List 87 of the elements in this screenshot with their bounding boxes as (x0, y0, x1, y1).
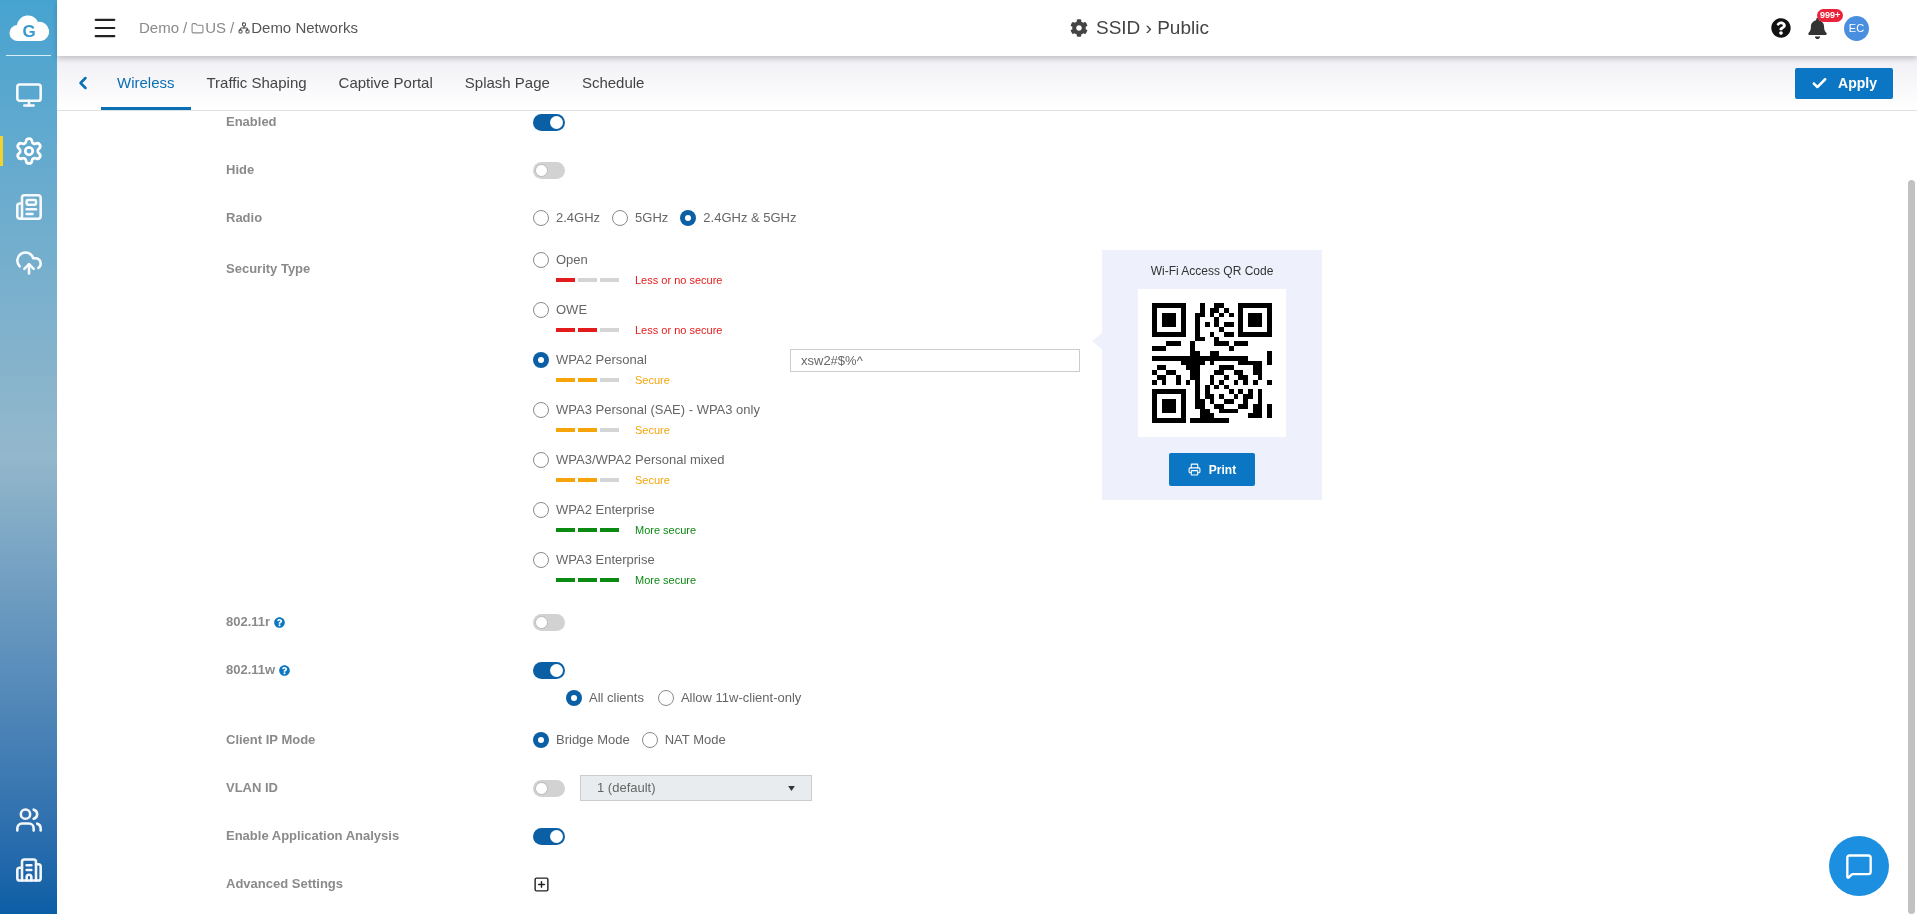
radio-button[interactable] (680, 210, 697, 226)
tab[interactable]: Captive Portal (322, 56, 449, 110)
tab[interactable]: Wireless (101, 56, 191, 110)
option-label: WPA2 Personal (556, 351, 647, 370)
radio-button[interactable] (612, 210, 629, 226)
password-field[interactable]: xsw2#$%^ (790, 348, 1080, 372)
option-label: Bridge Mode (556, 731, 630, 750)
breadcrumb-separator: / (183, 17, 188, 38)
breadcrumb-separator: / (230, 17, 235, 38)
field-label: VLAN ID (226, 779, 278, 798)
toggle-switch[interactable] (533, 161, 565, 179)
field-label: Security Type (226, 260, 311, 278)
monitor-icon[interactable] (14, 81, 43, 109)
notification-badge: 999+ (1817, 8, 1844, 22)
option-label: WPA3 Personal (SAE) - WPA3 only (556, 401, 760, 420)
option-label: NAT Mode (664, 731, 726, 750)
toggle-switch[interactable] (533, 613, 565, 631)
radio-button[interactable] (533, 210, 549, 226)
building-icon[interactable] (14, 856, 43, 884)
security-rating: Secure (635, 372, 670, 388)
option-label: WPA2 Enterprise (556, 501, 655, 520)
users-icon[interactable] (14, 806, 43, 834)
expand-icon[interactable] (533, 875, 550, 893)
tab[interactable]: Splash Page (448, 56, 566, 110)
option-label: 2.4GHz (556, 209, 601, 228)
field-label: Enabled (226, 113, 277, 132)
chat-button[interactable] (1829, 836, 1889, 896)
user-avatar[interactable]: EC (1844, 15, 1869, 41)
radio-button[interactable] (533, 252, 549, 268)
printer-icon (1187, 463, 1201, 476)
radio-button[interactable] (533, 402, 549, 418)
cloud-upload-icon[interactable] (14, 249, 43, 277)
chat-icon (1845, 852, 1873, 880)
caret-icon (788, 785, 795, 791)
scrollbar-thumb[interactable] (1907, 180, 1915, 914)
option-label: WPA3 Enterprise (556, 551, 655, 570)
radio-button[interactable] (641, 732, 658, 748)
security-rating: More secure (635, 522, 697, 538)
apply-button[interactable]: Apply (1795, 67, 1893, 99)
panel-title: Wi-Fi Access QR Code (1150, 263, 1274, 280)
security-rating: Less or no secure (635, 322, 723, 338)
option-label: Allow 11w-client-only (680, 689, 802, 708)
security-rating: More secure (635, 572, 697, 588)
radio-button[interactable] (533, 302, 549, 318)
breadcrumb-link[interactable]: Demo Networks (251, 16, 358, 40)
radio-button[interactable] (533, 352, 549, 368)
option-label: Open (556, 251, 588, 270)
option-label: 5GHz (635, 209, 669, 228)
toggle-switch[interactable] (533, 113, 565, 131)
radio-button[interactable] (533, 502, 549, 518)
radio-button[interactable] (657, 690, 674, 706)
toggle-switch[interactable] (533, 779, 565, 797)
settings-icon[interactable] (13, 136, 44, 166)
radio-button[interactable] (533, 452, 549, 468)
field-label: Advanced Settings (226, 875, 344, 894)
print-button[interactable]: Print (1169, 453, 1255, 486)
breadcrumb-link[interactable]: US (205, 16, 227, 40)
security-rating: Secure (635, 422, 670, 438)
tab[interactable]: Schedule (565, 56, 661, 110)
toggle-switch[interactable] (533, 661, 565, 679)
option-label: OWE (556, 301, 588, 320)
radio-button[interactable] (533, 732, 549, 748)
security-rating: Secure (635, 472, 670, 488)
field-label: 802.11w (226, 661, 276, 680)
help-icon[interactable] (1771, 18, 1791, 38)
field-label: Enable Application Analysis (226, 827, 400, 846)
settings-icon (1069, 19, 1088, 37)
radio-button[interactable] (533, 552, 549, 568)
network-icon (238, 22, 251, 34)
tab[interactable]: Traffic Shaping (190, 56, 323, 110)
bell-icon[interactable] (1807, 17, 1828, 39)
security-rating: Less or no secure (635, 272, 723, 288)
option-label: WPA3/WPA2 Personal mixed (556, 451, 725, 470)
field-label: 802.11r (226, 613, 271, 632)
radio-button[interactable] (566, 690, 582, 706)
newspaper-icon[interactable] (14, 193, 43, 221)
field-label: Client IP Mode (226, 731, 316, 750)
toggle-switch[interactable] (533, 827, 565, 845)
breadcrumb-link[interactable]: Demo (139, 16, 179, 40)
option-label: All clients (589, 689, 644, 708)
field-label: Hide (226, 161, 255, 180)
page-title: SSID › Public (1095, 15, 1209, 40)
field-label: Radio (226, 209, 263, 228)
logo-icon[interactable]: G (8, 12, 49, 43)
vlan-select[interactable]: 1 (default) (580, 775, 812, 801)
folder-icon (191, 21, 205, 35)
option-label: 2.4GHz & 5GHz (703, 209, 797, 228)
